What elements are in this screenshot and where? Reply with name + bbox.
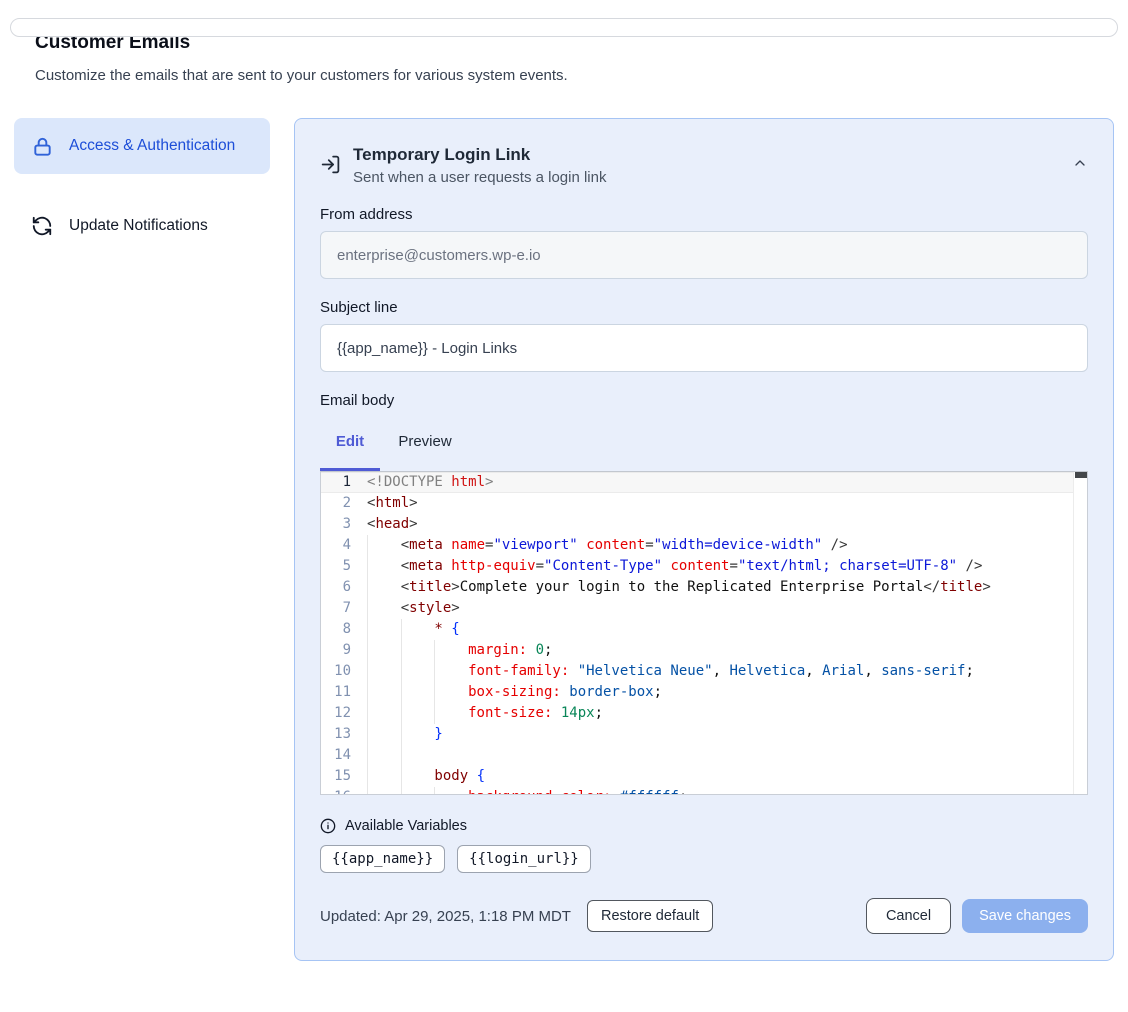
code-editor[interactable]: 1<!DOCTYPE html>2<html>3<head>4<meta nam… <box>320 471 1088 795</box>
from-address-input[interactable] <box>320 231 1088 279</box>
code-line: 5<meta http-equiv="Content-Type" content… <box>321 556 1087 577</box>
code-line: 9margin: 0; <box>321 640 1087 661</box>
from-address-label: From address <box>320 206 1088 223</box>
lock-icon <box>30 134 54 158</box>
save-changes-button[interactable]: Save changes <box>962 899 1088 933</box>
code-line: 1<!DOCTYPE html> <box>321 472 1087 493</box>
code-line: 13} <box>321 724 1087 745</box>
main-layout: Access & Authentication Update Notificat… <box>14 118 1114 961</box>
page-subtitle: Customize the emails that are sent to yo… <box>35 67 1128 84</box>
cancel-button[interactable]: Cancel <box>866 898 951 934</box>
updated-timestamp: Updated: Apr 29, 2025, 1:18 PM MDT <box>320 908 571 925</box>
previous-card-edge <box>10 18 1118 37</box>
tab-edit[interactable]: Edit <box>320 419 380 471</box>
variable-chip-app-name[interactable]: {{app_name}} <box>320 845 445 873</box>
tab-preview[interactable]: Preview <box>380 419 470 471</box>
code-line: 8* { <box>321 619 1087 640</box>
section-subtitle: Sent when a user requests a login link <box>353 169 606 186</box>
section-title: Temporary Login Link <box>353 145 606 165</box>
code-line: 3<head> <box>321 514 1087 535</box>
sidebar-item-label: Update Notifications <box>69 214 208 238</box>
variable-chip-login-url[interactable]: {{login_url}} <box>457 845 591 873</box>
code-line: 10font-family: "Helvetica Neue", Helveti… <box>321 661 1087 682</box>
variable-chips: {{app_name}} {{login_url}} <box>320 845 1088 873</box>
code-line: 2<html> <box>321 493 1087 514</box>
code-line: 6<title>Complete your login to the Repli… <box>321 577 1087 598</box>
sidebar-item-update-notifications[interactable]: Update Notifications <box>14 198 270 254</box>
code-line: 4<meta name="viewport" content="width=de… <box>321 535 1087 556</box>
chevron-up-icon[interactable] <box>1072 155 1088 171</box>
panel-header: Temporary Login Link Sent when a user re… <box>320 145 1088 186</box>
refresh-icon <box>30 214 54 238</box>
info-icon <box>320 818 336 834</box>
login-icon <box>320 154 341 175</box>
available-variables-label: Available Variables <box>345 818 467 834</box>
sidebar-item-label: Access & Authentication <box>69 134 235 158</box>
email-body-label: Email body <box>320 392 1088 409</box>
code-line: 12font-size: 14px; <box>321 703 1087 724</box>
email-settings-panel: Temporary Login Link Sent when a user re… <box>294 118 1114 961</box>
code-line: 11box-sizing: border-box; <box>321 682 1087 703</box>
subject-line-input[interactable] <box>320 324 1088 372</box>
code-line: 15body { <box>321 766 1087 787</box>
editor-scrollbar-thumb[interactable] <box>1075 472 1087 478</box>
code-line: 14 <box>321 745 1087 766</box>
email-body-tabs: Edit Preview <box>320 419 1088 471</box>
restore-default-button[interactable]: Restore default <box>587 900 713 932</box>
sidebar: Access & Authentication Update Notificat… <box>14 118 270 254</box>
editor-scrollbar-track[interactable] <box>1073 472 1087 794</box>
subject-line-label: Subject line <box>320 299 1088 316</box>
sidebar-item-access-authentication[interactable]: Access & Authentication <box>14 118 270 174</box>
panel-footer: Updated: Apr 29, 2025, 1:18 PM MDT Resto… <box>320 898 1088 934</box>
code-line: 16background-color: #ffffff; <box>321 787 1087 795</box>
code-lines: 1<!DOCTYPE html>2<html>3<head>4<meta nam… <box>321 472 1087 795</box>
code-line: 7<style> <box>321 598 1087 619</box>
